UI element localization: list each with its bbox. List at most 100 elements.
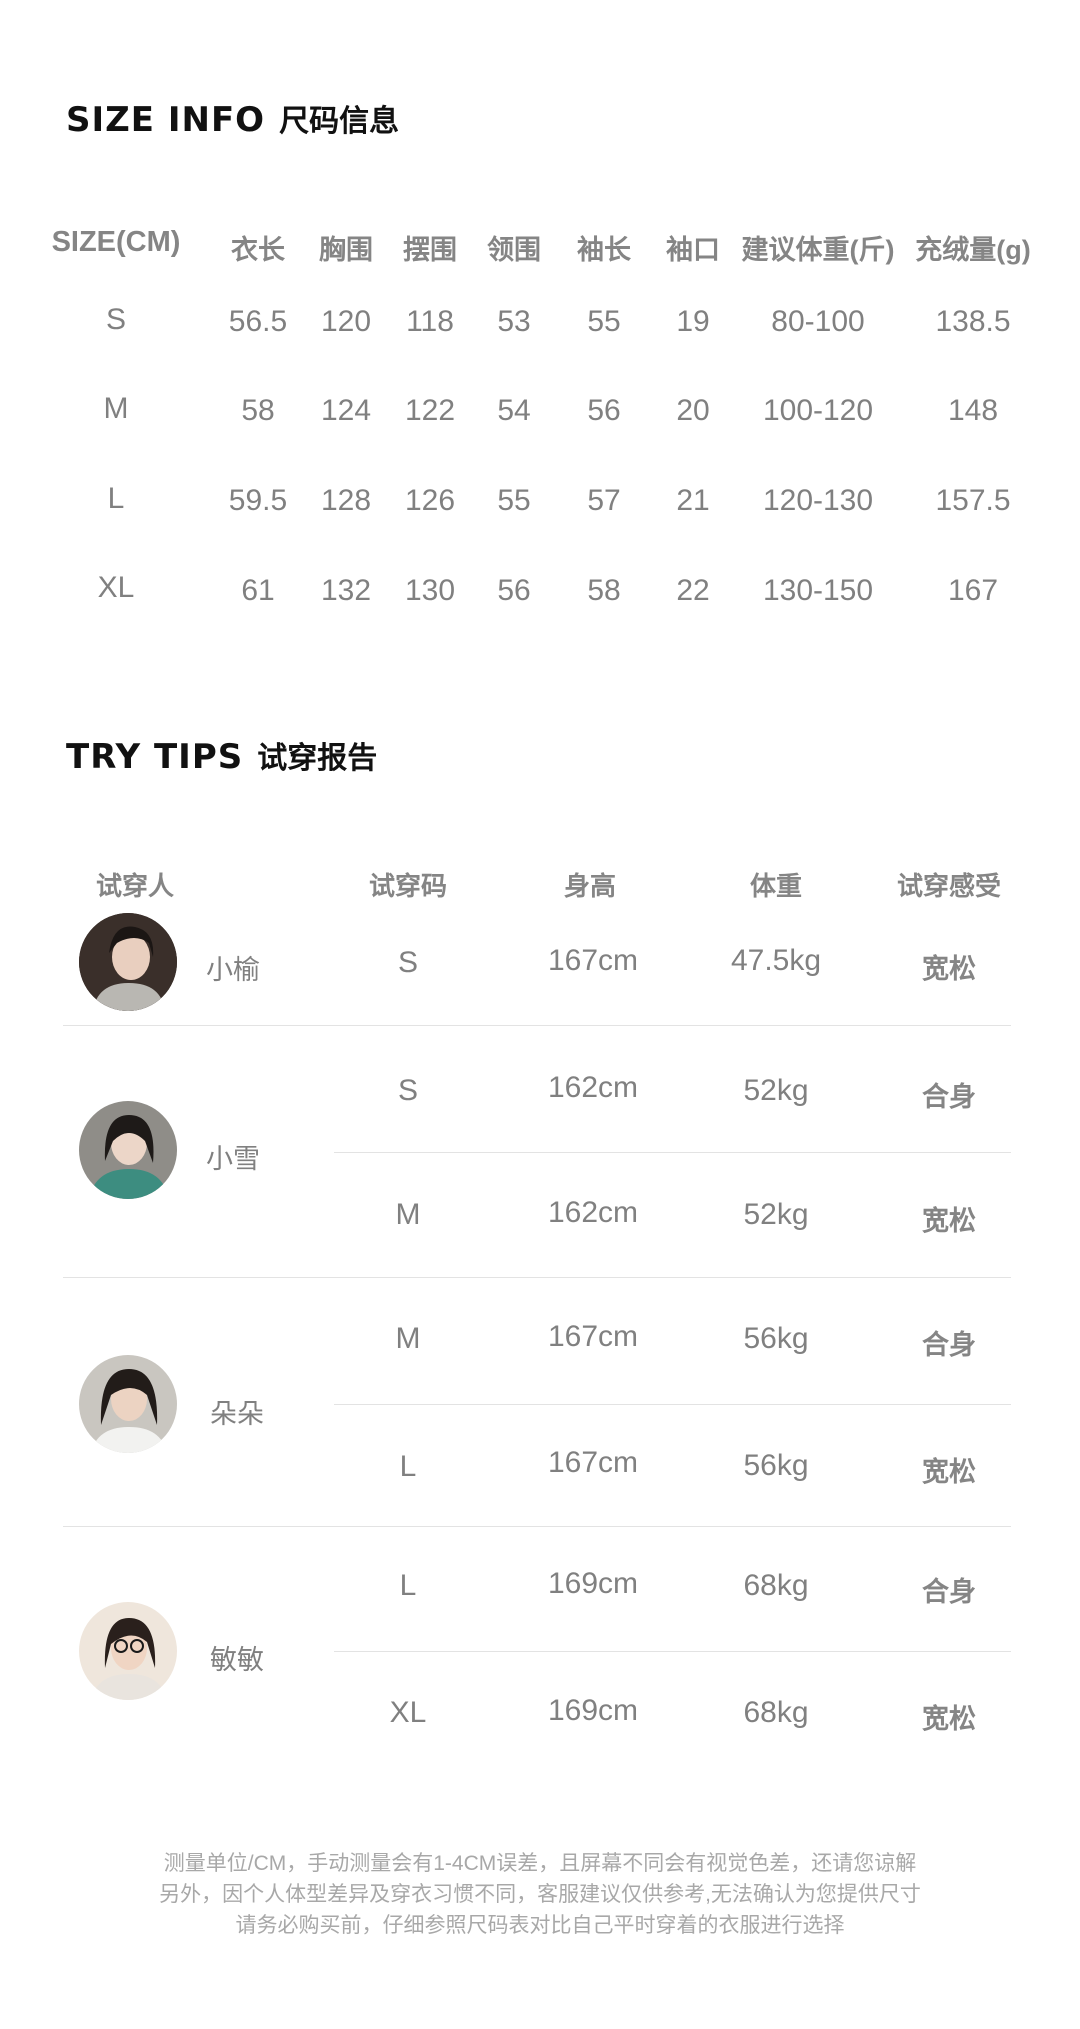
size-cell: 167 — [947, 574, 999, 607]
size-cell: 58 — [241, 394, 275, 427]
try-size: S — [397, 1074, 419, 1107]
size-cell: 128 — [320, 484, 372, 517]
try-height: 162cm — [547, 1071, 639, 1104]
size-cell: 54 — [497, 394, 531, 427]
try-tips-title-en: TRY TIPS — [66, 737, 244, 777]
size-cell: 20 — [676, 394, 710, 427]
size-cell: 148 — [947, 394, 999, 427]
size-cell: 57 — [587, 484, 621, 517]
size-cell: 120-130 — [762, 484, 874, 517]
size-header: 胸围 — [319, 235, 373, 265]
try-feel: 合身 — [922, 1082, 976, 1112]
avatar — [79, 1355, 177, 1453]
size-info-title: SIZE INFO 尺码信息 — [66, 96, 399, 140]
size-header: 袖口 — [666, 235, 720, 265]
avatar — [79, 1101, 177, 1199]
try-header: 身高 — [563, 871, 617, 901]
size-cell: 80-100 — [771, 305, 865, 338]
size-cell: 61 — [241, 574, 275, 607]
try-header: 体重 — [749, 871, 803, 901]
size-header: 建议体重(斤) — [741, 235, 895, 265]
size-cell: 118 — [406, 305, 454, 338]
size-cell: 21 — [676, 484, 710, 517]
try-tips-title: TRY TIPS 试穿报告 — [66, 733, 377, 777]
size-cell: 138.5 — [935, 305, 1011, 338]
row-divider — [63, 1025, 1011, 1026]
size-cell: L — [107, 482, 125, 515]
size-cell: 59.5 — [228, 484, 288, 517]
row-divider — [334, 1152, 1011, 1153]
try-size: M — [395, 1198, 421, 1231]
size-cell: 56 — [497, 574, 531, 607]
avatar — [79, 913, 177, 1011]
size-header: 领围 — [487, 235, 541, 265]
try-size: L — [399, 1569, 417, 1602]
size-cell: 53 — [497, 305, 531, 338]
size-cell: S — [105, 303, 127, 336]
size-cell: 126 — [404, 484, 456, 517]
size-cell: 100-120 — [762, 394, 874, 427]
size-cell: 124 — [320, 394, 372, 427]
avatar — [79, 1602, 177, 1700]
try-feel: 合身 — [922, 1330, 976, 1360]
try-height: 167cm — [547, 1446, 639, 1479]
tester-name: 敏敏 — [210, 1645, 264, 1675]
try-header: 试穿人 — [95, 871, 175, 901]
row-divider — [63, 1277, 1011, 1278]
try-weight: 47.5kg — [730, 944, 822, 977]
size-cell: M — [103, 392, 129, 425]
try-height: 167cm — [547, 1320, 639, 1353]
try-feel: 宽松 — [922, 1457, 976, 1487]
try-feel: 宽松 — [922, 1206, 976, 1236]
try-weight: 52kg — [743, 1198, 809, 1231]
size-cell: 55 — [497, 484, 531, 517]
size-cell: 157.5 — [935, 484, 1011, 517]
size-header: 衣长 — [231, 235, 285, 265]
try-height: 169cm — [547, 1567, 639, 1600]
size-cell: 58 — [587, 574, 621, 607]
tester-name: 小雪 — [206, 1144, 260, 1174]
tester-name: 小榆 — [206, 955, 260, 985]
size-info-title-en: SIZE INFO — [66, 100, 266, 140]
try-size: L — [399, 1450, 417, 1483]
size-cell: 130 — [404, 574, 456, 607]
size-header: 摆围 — [403, 235, 457, 265]
size-cell: XL — [97, 571, 135, 604]
try-height: 162cm — [547, 1196, 639, 1229]
size-cell: 56 — [587, 394, 621, 427]
try-size: XL — [389, 1696, 427, 1729]
footer-note-line: 请务必购买前，仔细参照尺码表对比自己平时穿着的衣服进行选择 — [235, 1914, 845, 1937]
size-cell: 132 — [320, 574, 372, 607]
size-cell: 22 — [676, 574, 710, 607]
size-cell: 130-150 — [762, 574, 874, 607]
row-divider — [334, 1404, 1011, 1405]
try-weight: 56kg — [743, 1449, 809, 1482]
size-info-title-zh: 尺码信息 — [279, 104, 400, 139]
row-divider — [334, 1651, 1011, 1652]
size-cell: 19 — [676, 305, 710, 338]
try-header: 试穿码 — [368, 871, 448, 901]
footer-note-line: 另外，因个人体型差异及穿衣习惯不同，客服建议仅供参考,无法确认为您提供尺寸 — [159, 1883, 921, 1906]
size-cell: 55 — [587, 305, 621, 338]
try-size: M — [395, 1322, 421, 1355]
try-weight: 68kg — [743, 1569, 809, 1602]
footer-note-line: 测量单位/CM，手动测量会有1-4CM误差，且屏幕不同会有视觉色差，还请您谅解 — [163, 1852, 917, 1875]
try-feel: 宽松 — [922, 1704, 976, 1734]
tester-name: 朵朵 — [210, 1399, 264, 1429]
size-header: 充绒量(g) — [915, 235, 1031, 265]
try-height: 169cm — [547, 1694, 639, 1727]
try-feel: 宽松 — [922, 954, 976, 984]
size-cell: 122 — [404, 394, 456, 427]
size-header: SIZE(CM) — [51, 226, 181, 258]
try-height: 167cm — [547, 944, 639, 977]
size-cell: 56.5 — [228, 305, 288, 338]
try-weight: 56kg — [743, 1322, 809, 1355]
try-weight: 52kg — [743, 1074, 809, 1107]
try-header: 试穿感受 — [896, 871, 1002, 901]
try-weight: 68kg — [743, 1696, 809, 1729]
try-tips-title-zh: 试穿报告 — [257, 741, 378, 776]
try-feel: 合身 — [922, 1577, 976, 1607]
size-header: 袖长 — [577, 235, 631, 265]
footer-notes: 测量单位/CM，手动测量会有1-4CM误差，且屏幕不同会有视觉色差，还请您谅解 … — [0, 1848, 1080, 1941]
size-cell: 120 — [320, 305, 372, 338]
